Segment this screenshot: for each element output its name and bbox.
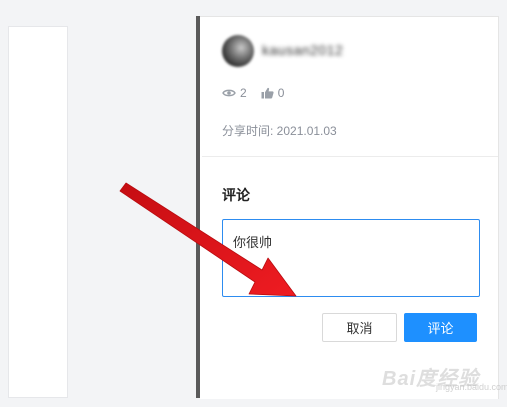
comment-heading: 评论	[222, 187, 250, 203]
username[interactable]: kausan2012	[262, 42, 343, 58]
comment-input-value: 你很帅	[233, 235, 273, 250]
section-divider	[202, 156, 498, 157]
like-count: 0	[277, 86, 285, 100]
stats-row: 2 0	[222, 86, 284, 100]
watermark-url: jingyan.baidu.com	[436, 382, 507, 392]
comment-input[interactable]: 你很帅	[222, 219, 480, 297]
cancel-button[interactable]: 取消	[322, 313, 397, 342]
eye-icon	[222, 88, 236, 98]
content-area	[8, 26, 68, 398]
submit-comment-button[interactable]: 评论	[404, 313, 477, 342]
view-count: 2	[240, 86, 247, 100]
watermark: Bai度经验 jingyan.baidu.com	[372, 352, 507, 394]
avatar[interactable]	[222, 35, 254, 67]
share-time: 分享时间: 2021.01.03	[222, 124, 337, 138]
thumbs-up-icon[interactable]	[261, 87, 274, 99]
